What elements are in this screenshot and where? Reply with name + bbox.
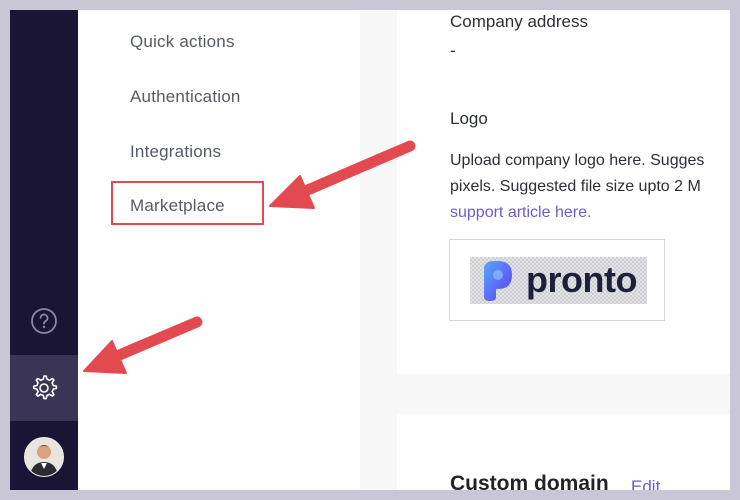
logo-description-line-2: pixels. Suggested file size upto 2 M (450, 178, 701, 195)
company-settings-card: Company address - Logo Upload company lo… (397, 10, 730, 374)
menu-item-authentication[interactable]: Authentication (130, 87, 241, 107)
custom-domain-title: Custom domain (450, 472, 609, 490)
avatar-image (25, 438, 63, 476)
logo-brand-text: pronto (526, 259, 637, 300)
help-button[interactable] (10, 288, 78, 354)
logo-label: Logo (450, 109, 488, 128)
custom-domain-edit-link[interactable]: Edit (631, 477, 660, 490)
pronto-logo-icon (484, 261, 512, 301)
company-address-label: Company address (450, 12, 588, 31)
custom-domain-card: Custom domain Edit (397, 414, 730, 490)
logo-upload-box[interactable]: pronto (449, 239, 665, 321)
menu-item-quick-actions[interactable]: Quick actions (130, 32, 235, 52)
gear-icon (33, 375, 58, 400)
company-address-value: - (450, 41, 456, 60)
menu-item-integrations[interactable]: Integrations (130, 142, 221, 162)
help-icon (31, 308, 57, 334)
support-article-link[interactable]: support article here. (450, 200, 704, 226)
settings-button[interactable] (10, 355, 78, 421)
company-logo-image: pronto (470, 257, 647, 304)
user-avatar[interactable] (24, 437, 64, 477)
logo-description-line-1: Upload company logo here. Sugges (450, 152, 705, 169)
app-frame: Quick actions Authentication Integration… (10, 10, 730, 490)
icon-rail (10, 10, 78, 490)
logo-description: Upload company logo here. Sugges pixels.… (450, 148, 704, 226)
settings-menu: Quick actions Authentication Integration… (78, 10, 360, 490)
marketplace-highlight-box (111, 181, 264, 225)
